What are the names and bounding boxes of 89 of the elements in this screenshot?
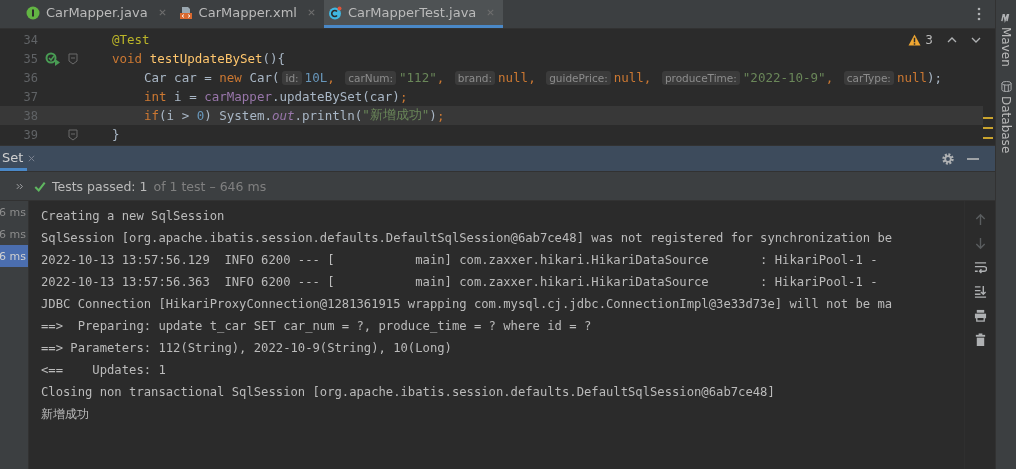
settings-icon[interactable] — [941, 151, 955, 166]
line-number: 36 — [22, 70, 38, 85]
console-line: SqlSession [org.apache.ibatis.session.defaults.DefaultSqlSession@6ab7ce48] was not registered for synchronization be — [41, 230, 894, 247]
close-icon[interactable] — [306, 8, 316, 17]
warning-marker[interactable] — [983, 127, 993, 129]
parameter-hint: carType: — [843, 70, 894, 85]
code-token: ) — [429, 108, 437, 123]
test-duration[interactable]: 6 ms — [0, 245, 28, 267]
file-tab[interactable]: CarMapper.java — [22, 0, 175, 28]
console-line: 2022-10-13 13:57:56.363 INFO 6200 --- [ main] com.zaxxer.hikari.HikariDataSource : HikariPool-1 - — [41, 274, 879, 291]
warning-marker[interactable] — [983, 137, 993, 139]
console-line: Creating a new SqlSession — [41, 208, 226, 225]
parameter-hint: brand: — [454, 70, 496, 85]
code-token: if — [144, 108, 160, 123]
xml-file-icon — [178, 5, 193, 20]
console-line: ==> Parameters: 112(String), 2022-10-9(String), 10(Long) — [41, 340, 453, 357]
code-token: "新增成功" — [362, 107, 430, 124]
tool-window-button[interactable]: Maven — [999, 12, 1013, 67]
soft-wrap-icon[interactable] — [973, 261, 987, 274]
more-options-icon[interactable] — [977, 7, 981, 21]
code-token: ; — [399, 89, 408, 104]
code-token: carMapper — [204, 89, 272, 104]
code-token: Car( — [249, 70, 280, 85]
interface-icon — [26, 5, 40, 20]
fold-marker-icon[interactable] — [68, 52, 78, 65]
code-token: out — [271, 108, 295, 123]
parameter-hint: carNum: — [345, 70, 397, 85]
test-duration[interactable]: 6 ms — [0, 223, 28, 245]
print-icon[interactable] — [973, 309, 987, 322]
line-number: 39 — [22, 127, 38, 142]
warning-count[interactable]: 3 — [925, 33, 933, 47]
file-tab[interactable]: CarMapperTest.java — [323, 0, 504, 28]
code-token: void — [112, 51, 144, 66]
chevron-up-icon[interactable] — [947, 37, 957, 43]
console-line: Closing non transactional SqlSession [org.apache.ibatis.session.defaults.DefaultSqlSession@6ab7ce48] — [41, 384, 776, 401]
check-icon — [34, 180, 46, 192]
code-token: 10L — [304, 70, 328, 85]
console-line: 新增成功 — [41, 406, 90, 423]
code-token: ; — [436, 108, 445, 123]
code-token: int — [144, 89, 168, 104]
chevron-down-icon[interactable] — [971, 37, 981, 43]
code-token: "2022-10-9" — [742, 70, 826, 85]
code-token: ); — [927, 70, 943, 85]
line-number: 35 — [22, 51, 38, 66]
run-test-icon[interactable] — [45, 51, 61, 66]
code-token: @Test — [112, 32, 150, 47]
code-token: null — [896, 70, 927, 85]
tool-window-button[interactable]: Database — [999, 80, 1013, 154]
code-token: (){ — [262, 51, 286, 66]
arrow-up-icon[interactable] — [973, 213, 987, 226]
line-number: 37 — [22, 89, 38, 104]
code-token: testUpdateBySet — [149, 51, 263, 66]
console-line: 2022-10-13 13:57:56.129 INFO 6200 --- [ main] com.zaxxer.hikari.HikariDataSource : HikariPool-1 - — [41, 252, 879, 269]
parameter-hint: produceTime: — [661, 70, 740, 85]
console-line: ==> Preparing: update t_car SET car_num = ?, produce_time = ? where id = ? — [41, 318, 593, 335]
parameter-hint: id: — [282, 70, 302, 85]
code-token: } — [112, 127, 120, 142]
trash-icon[interactable] — [973, 333, 987, 346]
expand-icon[interactable] — [16, 182, 24, 190]
test-class-icon — [327, 5, 342, 20]
console-line: JDBC Connection [HikariProxyConnection@1281361915 wrapping com.mysql.cj.jdbc.ConnectionImpl@3e33d73e] will not be ma — [41, 296, 894, 313]
code-token: i = — [174, 89, 198, 104]
warning-marker[interactable] — [983, 117, 993, 119]
test-duration[interactable]: 6 ms — [0, 201, 28, 223]
code-token: null, — [613, 70, 653, 85]
database-icon — [999, 80, 1013, 92]
test-status: Tests passed: 1 — [52, 178, 148, 194]
code-token: "112" — [399, 70, 437, 85]
file-tab[interactable]: CarMapper.xml — [174, 0, 324, 28]
close-icon[interactable] — [157, 8, 167, 17]
code-token: 0 — [196, 108, 205, 123]
test-summary: of 1 test – 646 ms — [153, 178, 267, 194]
code-token: , — [436, 70, 446, 85]
code-token: new — [219, 70, 243, 85]
scroll-to-end-icon[interactable] — [973, 285, 987, 298]
code-token: , — [825, 70, 835, 85]
code-token: .println( — [294, 108, 363, 123]
arrow-down-icon[interactable] — [973, 237, 987, 250]
code-token: (i > — [159, 108, 191, 123]
code-token: null, — [498, 70, 537, 85]
code-token: .updateBySet(car) — [271, 89, 400, 104]
console-line: <== Updates: 1 — [41, 362, 167, 379]
code-token: , — [327, 70, 336, 85]
code-token: Car car = — [144, 70, 213, 85]
parameter-hint: guidePrice: — [546, 70, 611, 85]
code-token: ) System. — [204, 108, 272, 123]
fold-marker-icon[interactable] — [68, 128, 78, 141]
close-icon[interactable] — [27, 154, 37, 163]
line-number: 34 — [22, 32, 38, 47]
